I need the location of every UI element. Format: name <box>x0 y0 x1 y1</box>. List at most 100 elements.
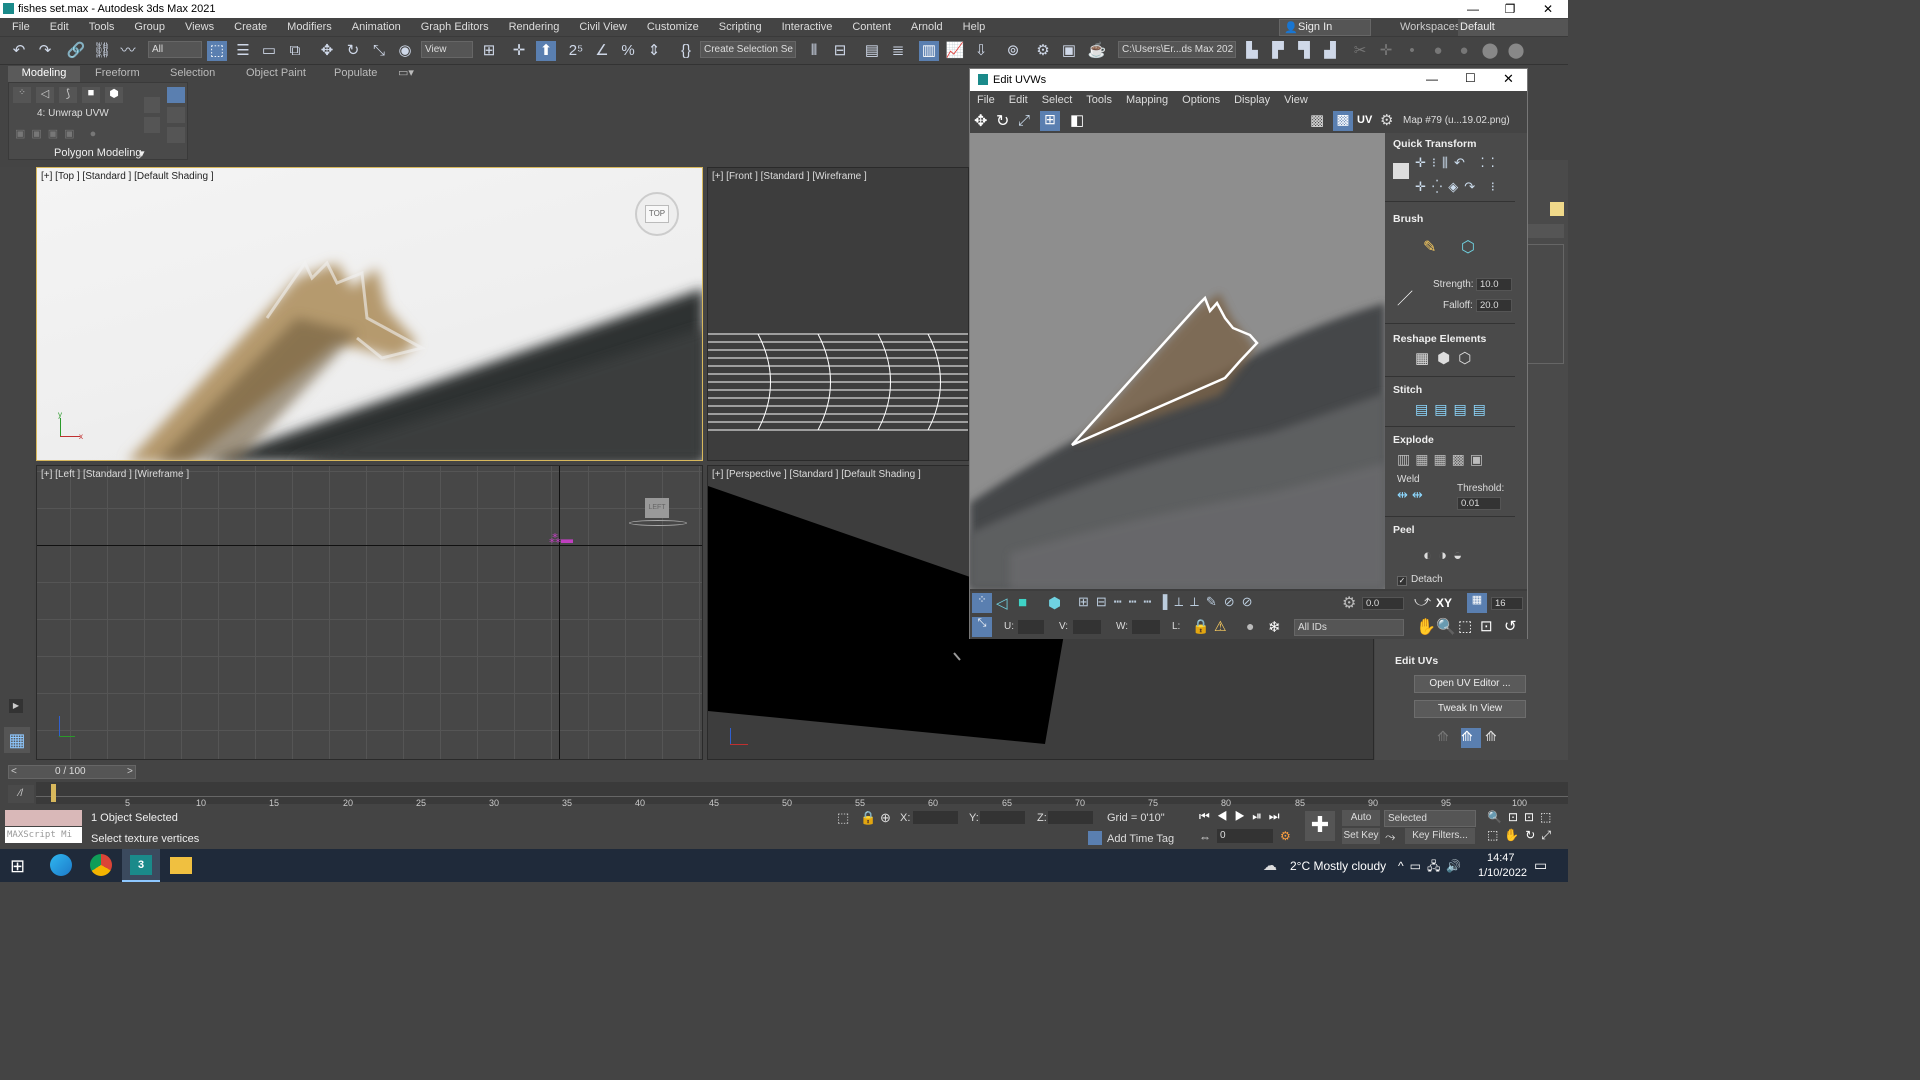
menu-scripting[interactable]: Scripting <box>709 18 772 37</box>
border-mode-icon[interactable]: ⟆ <box>59 87 77 103</box>
menu-civil-view[interactable]: Civil View <box>569 18 636 37</box>
curve-editor-icon[interactable]: 📈 <box>945 41 965 61</box>
maxscript-mini-field[interactable]: MAXScript Mi <box>5 827 82 843</box>
edge-icon[interactable] <box>50 854 72 876</box>
link-icon[interactable]: 🔗 <box>66 41 86 61</box>
named-sets-icon[interactable]: {} <box>676 41 696 61</box>
polygon-modeling-label[interactable]: Polygon Modeling <box>54 147 141 159</box>
uvw-checker-icon[interactable]: ▩ <box>1310 111 1324 129</box>
panel-dropdown-stub[interactable] <box>1527 224 1564 238</box>
brush-paint-icon[interactable]: ✎ <box>1423 237 1436 257</box>
menu-edit[interactable]: Edit <box>40 18 79 37</box>
current-frame-field[interactable]: 0 <box>1217 829 1273 843</box>
peel-icons[interactable]: ◐◑◒ <box>1423 547 1513 567</box>
render-setup-icon[interactable]: ⚙ <box>1033 41 1053 61</box>
uvw-snap-icon[interactable]: ↺ <box>1504 617 1517 635</box>
viewcube-left[interactable]: LEFT <box>629 496 687 528</box>
clock-time[interactable]: 14:47 <box>1487 852 1515 864</box>
ribbon-side-icon-e[interactable] <box>167 127 185 143</box>
brush-line-icon[interactable]: ／ <box>1397 285 1413 309</box>
menu-tools[interactable]: Tools <box>79 18 125 37</box>
explode-title[interactable]: Explode <box>1393 434 1434 446</box>
uvw-zoom-extents-icon[interactable]: ⊡ <box>1480 617 1493 635</box>
restore-button[interactable]: ❐ <box>1491 0 1529 18</box>
rect-selection-icon[interactable]: ▭ <box>259 41 279 61</box>
viewport-left-label[interactable]: [+] [Left ] [Standard ] [Wireframe ] <box>41 469 189 480</box>
qt-icons-row1[interactable]: ✛⁝⫼↶ ⁚⁚ <box>1415 155 1525 173</box>
menu-animation[interactable]: Animation <box>342 18 411 37</box>
sign-in-button[interactable]: 👤 Sign In <box>1279 19 1371 36</box>
ref-coord-dropdown[interactable]: View <box>421 41 473 58</box>
uvw-scale-icon[interactable]: ⤢ <box>1018 112 1030 129</box>
set-key-big-button[interactable]: ✚ <box>1305 811 1335 841</box>
uvw-zoom-icon[interactable]: 🔍 <box>1436 617 1456 637</box>
viewport-left[interactable]: [+] [Left ] [Standard ] [Wireframe ] ⁂▬ … <box>36 465 703 760</box>
panel-list-stub[interactable] <box>1527 244 1564 364</box>
uvw-freeform-icon[interactable]: ⊞ <box>1040 111 1060 131</box>
weld-icons[interactable]: ⇹⇹ <box>1397 487 1442 505</box>
trackbar-left-icon[interactable]: ⁄/ <box>8 785 34 803</box>
time-marker[interactable] <box>51 784 56 802</box>
quick-transform-title[interactable]: Quick Transform <box>1393 138 1476 150</box>
sphere-e-icon[interactable]: ⬤ <box>1506 41 1526 61</box>
uvw-rotate-gear-icon[interactable]: ⚙ <box>1342 593 1356 613</box>
uvw-move-icon[interactable]: ✥ <box>974 111 987 131</box>
workspace-value[interactable]: Default <box>1458 19 1568 36</box>
uvw-ids-dropdown[interactable]: All IDs <box>1294 619 1404 636</box>
ribbon-side-icon-b[interactable] <box>144 117 160 133</box>
pin-b-icon[interactable]: ⟰ <box>1461 728 1481 748</box>
tab-populate[interactable]: Populate <box>334 66 377 82</box>
viewport-top[interactable]: [+] [Top ] [Standard ] [Default Shading … <box>36 167 703 461</box>
select-object-icon[interactable]: ⬚ <box>207 41 227 61</box>
edge-mode-icon[interactable]: ◁ <box>36 87 54 103</box>
element-mode-icon[interactable]: ⬢ <box>105 87 123 103</box>
time-config-icon[interactable]: ⇔ <box>1199 830 1211 844</box>
sphere-a-icon[interactable]: • <box>1402 41 1422 61</box>
uvw-pan-icon[interactable]: ✋ <box>1416 617 1436 637</box>
menu-group[interactable]: Group <box>124 18 175 37</box>
align-icon[interactable]: ⊟ <box>830 41 850 61</box>
sphere-c-icon[interactable]: ● <box>1454 41 1474 61</box>
unlink-icon[interactable]: ⛓ <box>92 41 112 61</box>
brush-relax-icon[interactable]: ⬡ <box>1461 237 1475 257</box>
lock-icon[interactable]: 🔒 <box>1192 618 1209 635</box>
uvw-menu-view[interactable]: View <box>1277 91 1315 109</box>
tab-freeform[interactable]: Freeform <box>95 66 140 82</box>
minimize-button[interactable]: — <box>1454 0 1492 18</box>
uvw-menu-edit[interactable]: Edit <box>1002 91 1035 109</box>
polygon-mode-icon[interactable]: ■ <box>82 87 100 103</box>
key-filters-icon[interactable]: ⤳ <box>1385 829 1395 845</box>
menu-modifiers[interactable]: Modifiers <box>277 18 342 37</box>
soft-select-icon[interactable]: ⚠ <box>1214 618 1227 635</box>
uvw-menu-display[interactable]: Display <box>1227 91 1277 109</box>
explode-icons[interactable]: ▥▦▦▩▣ <box>1397 451 1522 471</box>
u-field[interactable] <box>1018 620 1044 634</box>
uvw-transform-type-icon[interactable]: ⤡ <box>972 617 992 637</box>
y-field[interactable] <box>980 811 1025 824</box>
uvw-element-select-icon[interactable]: ⬢ <box>1048 594 1061 612</box>
pin-a-icon[interactable]: ⟰ <box>1437 728 1457 748</box>
spinner-snap-icon[interactable]: ⇕ <box>644 41 664 61</box>
tray-icons[interactable]: ^▭🖧🔊 <box>1398 857 1467 878</box>
chrome-icon[interactable] <box>90 854 112 876</box>
uvw-maximize-button[interactable]: ☐ <box>1465 71 1476 85</box>
viewport-layout-icon[interactable]: ▦ <box>4 727 30 753</box>
uvw-uv-label[interactable]: UV <box>1357 114 1372 126</box>
menu-views[interactable]: Views <box>175 18 224 37</box>
file-explorer-icon[interactable] <box>170 857 192 874</box>
uvw-curve-icon[interactable]: ⤻ <box>1414 593 1431 611</box>
qt-icons-row2[interactable]: ✛⁛◈↷ ⁝ <box>1415 179 1525 197</box>
uvw-xy-label[interactable]: XY <box>1436 596 1452 610</box>
uvw-settings-icon[interactable]: ⚙ <box>1380 111 1393 129</box>
edit-uvs-title[interactable]: Edit UVs <box>1395 655 1438 667</box>
tab-modeling[interactable]: Modeling <box>8 66 80 82</box>
uvw-menu-file[interactable]: File <box>970 91 1002 109</box>
uvw-grid-spinner[interactable]: 16 <box>1491 597 1523 610</box>
menu-interactive[interactable]: Interactive <box>772 18 843 37</box>
sphere-b-icon[interactable]: ● <box>1428 41 1448 61</box>
material-editor-icon[interactable]: ⊚ <box>1003 41 1023 61</box>
menu-help[interactable]: Help <box>953 18 996 37</box>
ribbon-options-icon[interactable]: ▭▾ <box>398 66 414 82</box>
tweak-in-view-button[interactable]: Tweak In View <box>1414 700 1526 718</box>
ribbon-toggle-icon[interactable]: ▥ <box>919 41 939 61</box>
